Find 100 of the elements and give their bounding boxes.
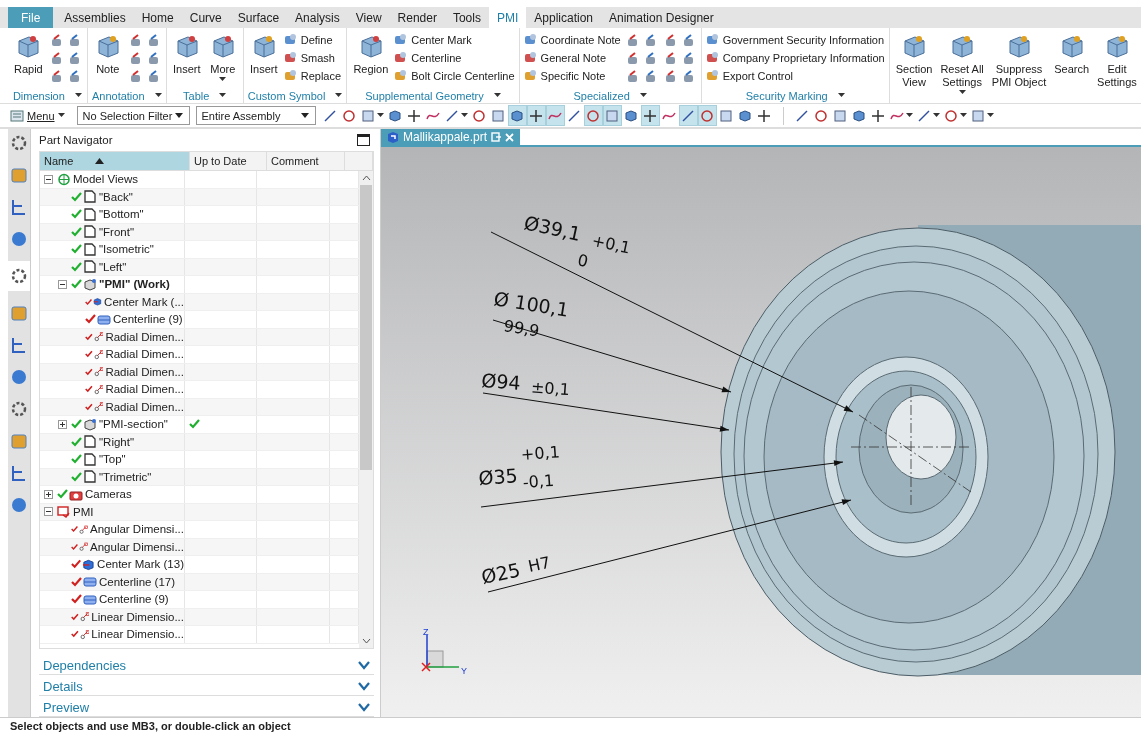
- tree-item[interactable]: Radial Dimen...: [105, 383, 184, 396]
- ribbon-button[interactable]: Centerline: [394, 50, 515, 65]
- ribbon-button[interactable]: Specific Note: [523, 68, 621, 83]
- dimension-text[interactable]: Ø35: [477, 464, 519, 489]
- tree-item[interactable]: "Isometric": [99, 243, 154, 256]
- toolbar-button[interactable]: [508, 106, 526, 125]
- dimension-text[interactable]: Ø25: [479, 558, 523, 588]
- caret-icon[interactable]: [219, 93, 227, 98]
- ribbon-button[interactable]: Bolt Circle Centerline: [394, 68, 515, 83]
- ribbon-button[interactable]: Insert: [247, 30, 280, 78]
- ribbon-tab[interactable]: Application: [526, 7, 601, 28]
- caret-icon[interactable]: [74, 93, 82, 98]
- tree-item[interactable]: "Top": [99, 453, 126, 466]
- dimension-text[interactable]: +0,1: [590, 230, 633, 258]
- close-icon[interactable]: [505, 132, 515, 142]
- check-icon[interactable]: [85, 366, 93, 377]
- tree-item[interactable]: "PMI-section": [99, 418, 168, 431]
- caret-icon[interactable]: [154, 93, 162, 98]
- check-icon[interactable]: [71, 594, 82, 605]
- caret-icon[interactable]: [837, 93, 845, 98]
- ribbon-button[interactable]: Company Proprietary Information: [705, 50, 885, 65]
- dimension-text[interactable]: ±0,1: [530, 377, 571, 400]
- check-icon[interactable]: [71, 226, 82, 237]
- tree-item[interactable]: Linear Dimensio...: [91, 628, 184, 641]
- expand-toggle[interactable]: [44, 489, 53, 499]
- ribbon-tab[interactable]: View: [347, 7, 390, 28]
- tree-item[interactable]: "Bottom": [99, 208, 144, 221]
- check-icon[interactable]: [71, 261, 82, 272]
- tree-item[interactable]: Cameras: [85, 488, 132, 501]
- toolbar-button[interactable]: [641, 106, 659, 125]
- ribbon-tab[interactable]: Animation Designer: [601, 7, 722, 28]
- check-icon[interactable]: [57, 489, 68, 500]
- tree-item[interactable]: "PMI" (Work): [99, 278, 170, 291]
- resource-tab[interactable]: [8, 261, 30, 291]
- ribbon-button[interactable]: Center Mark: [394, 32, 515, 47]
- check-icon[interactable]: [85, 314, 96, 325]
- check-icon[interactable]: [71, 541, 79, 552]
- check-icon[interactable]: [71, 629, 79, 640]
- column-header[interactable]: Up to Date: [190, 152, 267, 170]
- ribbon-button[interactable]: Section View: [893, 30, 935, 91]
- check-icon[interactable]: [71, 191, 82, 202]
- tree-item[interactable]: Radial Dimen...: [105, 400, 184, 413]
- ribbon-button[interactable]: More: [206, 30, 239, 84]
- check-icon[interactable]: [85, 401, 93, 412]
- panel-section-header[interactable]: Details: [39, 678, 374, 696]
- tree-item[interactable]: Center Mark (13): [97, 558, 184, 571]
- dimension-text[interactable]: 0: [575, 250, 590, 271]
- check-icon[interactable]: [71, 436, 82, 447]
- scope-dropdown[interactable]: Entire Assembly: [195, 106, 316, 125]
- check-icon[interactable]: [85, 296, 93, 307]
- ribbon-button[interactable]: Note: [91, 30, 124, 78]
- dimension-text[interactable]: Ø94: [480, 369, 522, 394]
- ribbon-tab[interactable]: Assemblies: [56, 7, 134, 28]
- tree-item[interactable]: "Left": [99, 260, 127, 273]
- ribbon-button[interactable]: Suppress PMI Object: [989, 30, 1049, 91]
- ribbon-button[interactable]: Reset All Settings: [938, 30, 986, 97]
- dimension-text[interactable]: Ø39,1: [522, 211, 583, 245]
- check-icon[interactable]: [71, 454, 82, 465]
- tree-item[interactable]: Centerline (9): [99, 593, 169, 606]
- tree-item[interactable]: "Right": [99, 435, 134, 448]
- tree-item[interactable]: PMI: [73, 505, 94, 518]
- expand-toggle[interactable]: [58, 279, 67, 289]
- scroll-up-icon[interactable]: [361, 175, 371, 181]
- tree-item[interactable]: "Trimetric": [99, 470, 152, 483]
- tree-item[interactable]: "Front": [99, 225, 134, 238]
- check-icon[interactable]: [85, 349, 93, 360]
- scroll-down-icon[interactable]: [361, 638, 371, 644]
- tree-item[interactable]: Radial Dimen...: [105, 348, 184, 361]
- expand-toggle[interactable]: [44, 174, 53, 184]
- tree-item[interactable]: Angular Dimensi...: [90, 523, 184, 536]
- dimension-text[interactable]: H7: [526, 552, 553, 576]
- toolbar-button[interactable]: [698, 106, 716, 125]
- toolbar-button[interactable]: [546, 106, 564, 125]
- tree-item[interactable]: Radial Dimen...: [105, 365, 184, 378]
- ribbon-button[interactable]: Edit Settings: [1095, 30, 1139, 91]
- menu-button[interactable]: Menu: [10, 109, 65, 122]
- panel-section-header[interactable]: Preview: [39, 699, 374, 717]
- check-icon[interactable]: [71, 559, 82, 570]
- ribbon-button[interactable]: Region: [351, 30, 391, 78]
- ribbon-button[interactable]: Replace: [283, 68, 342, 83]
- column-header[interactable]: Name: [40, 152, 190, 170]
- expand-toggle[interactable]: [58, 419, 67, 429]
- ribbon-tab[interactable]: Render: [389, 7, 445, 28]
- tree-item[interactable]: "Back": [99, 190, 133, 203]
- undock-icon[interactable]: [491, 132, 502, 142]
- column-header[interactable]: Comment: [267, 152, 345, 170]
- ribbon-tab[interactable]: PMI: [488, 7, 527, 28]
- tree-item[interactable]: Centerline (17): [99, 575, 176, 588]
- check-icon[interactable]: [71, 209, 82, 220]
- check-icon[interactable]: [85, 331, 93, 342]
- ribbon-button[interactable]: Export Control: [705, 68, 885, 83]
- ribbon-button[interactable]: Rapid: [12, 30, 45, 78]
- check-icon[interactable]: [71, 576, 82, 587]
- check-icon[interactable]: [71, 279, 82, 290]
- ribbon-button[interactable]: Smash: [283, 50, 342, 65]
- tree-item[interactable]: Center Mark (...: [104, 295, 184, 308]
- dimension-text[interactable]: -0,1: [522, 470, 555, 492]
- ribbon-button[interactable]: General Note: [523, 50, 621, 65]
- expand-toggle[interactable]: [44, 507, 53, 517]
- tree-item[interactable]: Centerline (9): [113, 313, 183, 326]
